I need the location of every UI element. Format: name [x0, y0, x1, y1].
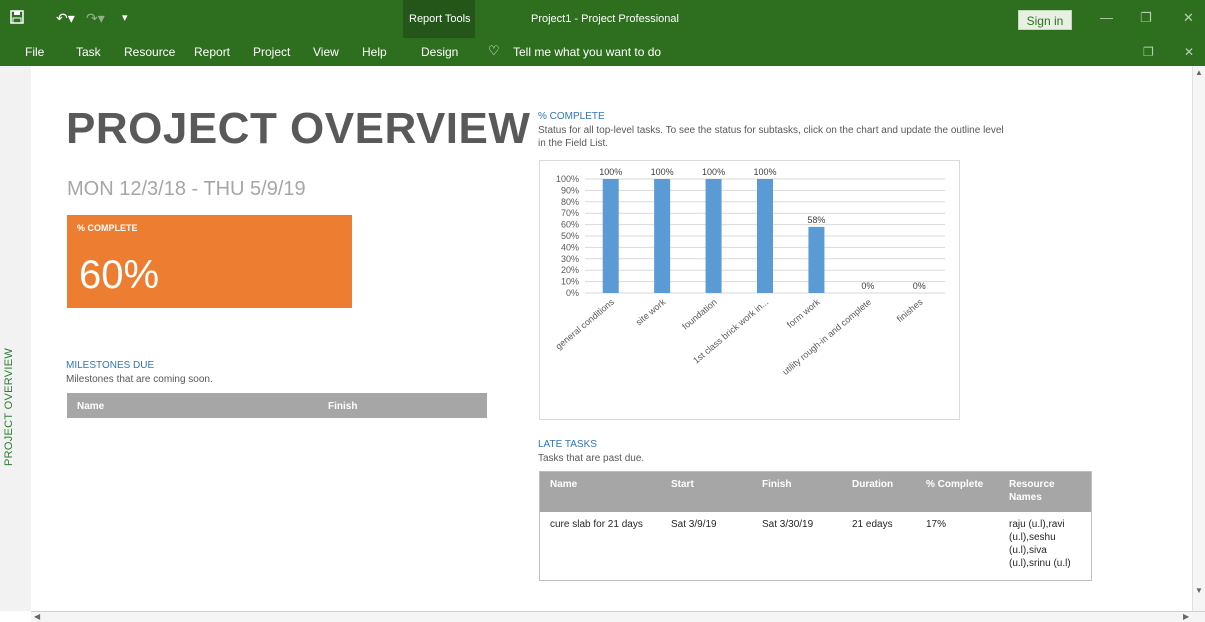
- restore-icon[interactable]: ❐: [1140, 10, 1152, 26]
- data-label: 100%: [651, 167, 674, 177]
- cell-start: Sat 3/9/19: [671, 519, 717, 530]
- minimize-icon[interactable]: —: [1100, 10, 1113, 25]
- col-start: Start: [671, 479, 694, 490]
- cell-duration: 21 edays: [852, 519, 893, 530]
- col-finish: Finish: [762, 479, 792, 490]
- lightbulb-icon[interactable]: ♡: [488, 43, 500, 59]
- vertical-scrollbar[interactable]: ▲ ▼: [1192, 66, 1205, 611]
- kpi-value: 60%: [79, 253, 160, 297]
- cell-percent-complete: 17%: [926, 519, 947, 530]
- ribbon-restore-icon[interactable]: ❐: [1143, 45, 1154, 59]
- x-tick-label: foundation: [680, 297, 719, 332]
- bar: [705, 179, 722, 293]
- late-tasks-description: Tasks that are past due.: [538, 453, 645, 464]
- y-tick-label: 10%: [561, 277, 579, 287]
- data-label: 100%: [599, 167, 622, 177]
- ribbon-close-icon[interactable]: ✕: [1184, 45, 1194, 59]
- customize-qat-icon[interactable]: ▾: [122, 10, 128, 26]
- bar: [654, 179, 671, 293]
- col-percent-complete: % Complete: [926, 479, 984, 490]
- menu-task[interactable]: Task: [76, 45, 101, 59]
- y-tick-label: 50%: [561, 231, 579, 241]
- percent-complete-tile[interactable]: % COMPLETE 60%: [67, 215, 352, 308]
- late-tasks-table[interactable]: Name Start Finish Duration % Complete Re…: [539, 471, 1092, 581]
- y-tick-label: 80%: [561, 197, 579, 207]
- x-tick-label: finishes: [895, 297, 925, 325]
- save-icon[interactable]: [10, 10, 24, 27]
- scroll-left-icon[interactable]: ◀: [34, 612, 40, 621]
- y-tick-label: 30%: [561, 254, 579, 264]
- col-name: Name: [550, 479, 578, 490]
- complete-section-description: Status for all top-level tasks. To see t…: [538, 125, 1004, 149]
- late-tasks-title: LATE TASKS: [538, 439, 597, 450]
- scroll-up-icon[interactable]: ▲: [1195, 68, 1203, 77]
- menu-project[interactable]: Project: [253, 45, 290, 59]
- chart-svg: 0%10%20%30%40%50%60%70%80%90%100%100%gen…: [554, 167, 945, 377]
- menu-report[interactable]: Report: [194, 45, 230, 59]
- cell-finish: Sat 3/30/19: [762, 519, 814, 530]
- x-tick-label: site work: [634, 297, 668, 328]
- data-label: 100%: [702, 167, 725, 177]
- cell-name: cure slab for 21 days: [550, 519, 643, 530]
- col-duration: Duration: [852, 479, 894, 490]
- view-label-bar: PROJECT OVERVIEW: [0, 66, 31, 611]
- y-tick-label: 70%: [561, 208, 579, 218]
- bar: [808, 226, 825, 293]
- x-tick-label: form work: [785, 297, 822, 330]
- bar: [757, 179, 773, 293]
- data-label: 100%: [753, 167, 776, 177]
- scroll-down-icon[interactable]: ▼: [1195, 586, 1203, 595]
- data-label: 0%: [861, 281, 874, 291]
- data-label: 58%: [807, 215, 825, 225]
- y-tick-label: 0%: [566, 288, 579, 298]
- sign-in-button[interactable]: Sign in: [1018, 10, 1072, 30]
- col-name: Name: [77, 401, 105, 412]
- menu-view[interactable]: View: [313, 45, 339, 59]
- date-range: MON 12/3/18 - THU 5/9/19: [67, 178, 306, 200]
- y-tick-label: 90%: [561, 185, 579, 195]
- title-bar: ↶▾ ↷▾ ▾ Report Tools Project1 - Project …: [0, 0, 1205, 66]
- y-tick-label: 20%: [561, 265, 579, 275]
- y-tick-label: 100%: [556, 174, 579, 184]
- complete-section-title: % COMPLETE: [538, 111, 605, 122]
- menu-help[interactable]: Help: [362, 45, 387, 59]
- x-tick-label: utility rough-in and complete: [780, 297, 873, 377]
- undo-icon[interactable]: ↶▾: [56, 10, 75, 26]
- kpi-label: % COMPLETE: [77, 223, 138, 233]
- data-label: 0%: [913, 281, 926, 291]
- table-row[interactable]: cure slab for 21 days Sat 3/9/19 Sat 3/3…: [540, 512, 1091, 580]
- y-tick-label: 60%: [561, 220, 579, 230]
- col-finish: Finish: [328, 401, 358, 412]
- scroll-right-icon[interactable]: ▶: [1183, 612, 1189, 621]
- milestones-title: MILESTONES DUE: [66, 360, 155, 371]
- tab-design[interactable]: Design: [421, 45, 458, 59]
- tell-me-search[interactable]: Tell me what you want to do: [513, 45, 661, 59]
- y-tick-label: 40%: [561, 242, 579, 252]
- col-resource-names: Resource Names: [1009, 479, 1055, 503]
- menu-resource[interactable]: Resource: [124, 45, 175, 59]
- late-tasks-header: Name Start Finish Duration % Complete Re…: [540, 472, 1091, 512]
- report-title: PROJECT OVERVIEW: [66, 104, 531, 153]
- menu-file[interactable]: File: [25, 45, 44, 59]
- bar: [602, 179, 619, 293]
- percent-complete-chart[interactable]: 0% 10% 20% 30% 40% 50% 60% 70% 80% 90% 100% 100% gen…: [539, 160, 960, 420]
- report-tools-label: Report Tools: [409, 13, 471, 25]
- milestones-table-header[interactable]: Name Finish: [67, 393, 487, 418]
- close-icon[interactable]: ✕: [1183, 10, 1194, 26]
- x-tick-label: general conditions: [554, 297, 617, 352]
- milestones-description: Milestones that are coming soon.: [66, 374, 213, 385]
- redo-icon[interactable]: ↷▾: [86, 10, 105, 26]
- view-label: PROJECT OVERVIEW: [3, 347, 15, 466]
- horizontal-scrollbar[interactable]: ◀ ▶: [31, 611, 1205, 622]
- window-title: Project1 - Project Professional: [531, 13, 679, 25]
- cell-resource-names: raju (u.l),ravi (u.l),seshu (u.l),siva (…: [1009, 519, 1071, 569]
- report-canvas: PROJECT OVERVIEW MON 12/3/18 - THU 5/9/1…: [31, 66, 1192, 611]
